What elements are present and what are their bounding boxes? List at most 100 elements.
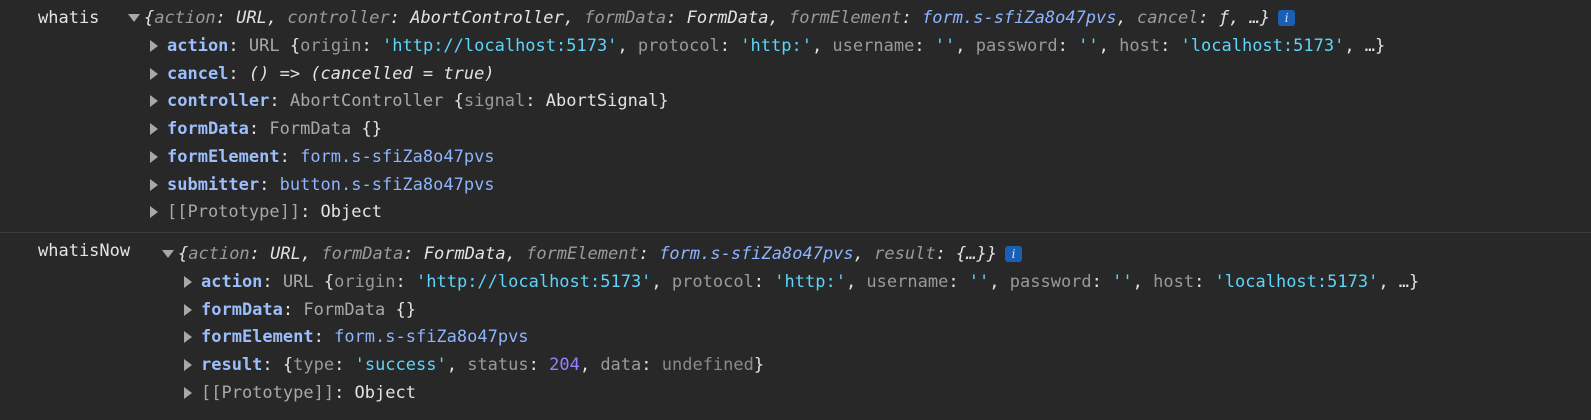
property-key: result [201,355,263,376]
colon: : [228,36,249,56]
property-value: : [719,36,741,56]
property-key: cancel [167,63,229,84]
property-value: '' [1078,36,1099,56]
summary-key: formData [321,244,404,264]
object-summary[interactable]: {action: URL, controller: AbortControlle… [128,4,1296,32]
collapsed-arrow-icon[interactable] [150,123,158,136]
property-value: {} [395,299,416,320]
property-value: URL [248,36,290,56]
property-value: : [1160,36,1181,56]
property-row[interactable]: result: {type: 'success', status: 204, d… [184,351,764,379]
collapsed-arrow-icon[interactable] [184,303,192,316]
comma: , [768,8,789,28]
summary-value: FormData [686,8,769,28]
property-key: controller [167,91,270,112]
colon: : [262,272,283,292]
colon: : [313,327,335,348]
comma: , [300,244,322,264]
collapsed-arrow-icon[interactable] [150,150,158,163]
property-row[interactable]: formData: FormData {} [184,296,416,324]
property-value: username [866,272,949,292]
property-value: , [579,355,601,376]
collapsed-arrow-icon[interactable] [184,276,192,288]
collapsed-arrow-icon[interactable] [150,206,158,219]
colon: : [228,63,249,84]
property-value: username [832,36,915,56]
collapsed-arrow-icon[interactable] [184,386,192,399]
property-value: , [1098,36,1120,56]
expand-arrow-icon[interactable] [128,14,140,22]
property-value: , [1132,272,1154,292]
property-value: type [293,355,335,376]
property-row[interactable]: controller: AbortController {signal: Abo… [150,87,669,115]
property-value: 'success' [354,355,447,376]
summary-value: ƒ [1218,8,1230,28]
property-value: password [1009,272,1092,292]
comma: , [266,8,288,28]
property-value: 'localhost:5173' [1180,36,1345,56]
summary-value: form.s-sfiZa8o47pvs [659,244,854,264]
property-row[interactable]: action: URL {origin: 'http://localhost:5… [184,268,1419,296]
property-value: '' [968,272,990,292]
property-key: formElement [201,327,314,348]
property-value: 'http:' [774,272,846,292]
property-value: { [289,36,301,56]
property-value: form.s-sfiZa8o47pvs [334,327,529,348]
console-entry-whatisnow: whatisNow {action: URL, formData: FormDa… [0,232,1591,420]
property-row[interactable]: submitter: button.s-sfiZa8o47pvs [150,171,495,199]
property-value: , [651,272,672,292]
property-value: form.s-sfiZa8o47pvs [300,146,495,167]
property-row[interactable]: formData: FormData {} [150,115,382,143]
expand-arrow-icon[interactable] [162,250,174,258]
summary-tail: } [986,244,998,264]
collapsed-arrow-icon[interactable] [150,67,158,80]
property-row[interactable]: cancel: () => (cancelled = true) [150,60,495,88]
colon: : [262,355,283,376]
property-value: , [446,355,468,376]
property-value: : AbortSignal} [525,91,669,112]
property-value: Object [354,382,416,403]
property-value: {} [361,119,382,140]
comma: , [505,244,527,264]
colon: : [389,8,411,28]
collapsed-arrow-icon[interactable] [184,331,192,344]
property-value: host [1119,36,1161,56]
summary-text: {action: URL, controller: AbortControlle… [144,8,1270,28]
property-value: password [975,36,1058,56]
property-value: origin [300,36,362,56]
property-value: : [641,355,662,376]
comma: , [563,8,585,28]
collapsed-arrow-icon[interactable] [150,95,158,108]
object-summary[interactable]: {action: URL, formData: FormData, formEl… [162,240,1023,268]
collapsed-arrow-icon[interactable] [150,178,158,191]
summary-key: formElement [526,244,639,264]
comma: , [853,244,875,264]
colon: : [403,244,424,264]
property-value: { [282,355,294,376]
property-value: '' [1112,272,1133,292]
property-value: : [361,36,383,56]
summary-text: {action: URL, formData: FormData, formEl… [178,244,997,264]
property-value: : [948,272,969,292]
collapsed-arrow-icon[interactable] [184,359,192,372]
brace: { [144,8,155,28]
summary-key: formData [584,8,667,28]
info-icon[interactable]: i [1278,10,1296,26]
property-value: , …} [1378,272,1420,292]
property-row[interactable]: formElement: form.s-sfiZa8o47pvs [150,143,495,171]
property-row[interactable]: formElement: form.s-sfiZa8o47pvs [184,323,529,351]
property-row[interactable]: [[Prototype]]: Object [184,379,416,407]
console-entry-whatis: whatis {action: URL, controller: AbortCo… [0,0,1591,232]
property-key: formElement [167,146,280,167]
property-value: signal [463,91,526,112]
property-row[interactable]: action: URL {origin: 'http://localhost:5… [150,32,1385,60]
colon: : [334,382,355,403]
property-value: 'http://localhost:5173' [416,272,652,292]
property-row[interactable]: [[Prototype]]: Object [150,198,382,226]
collapsed-arrow-icon[interactable] [150,40,158,52]
property-key: formData [167,119,249,140]
summary-tail: , …} [1229,8,1271,28]
info-icon[interactable]: i [1005,246,1023,262]
colon: : [279,146,301,167]
colon: : [248,119,270,140]
